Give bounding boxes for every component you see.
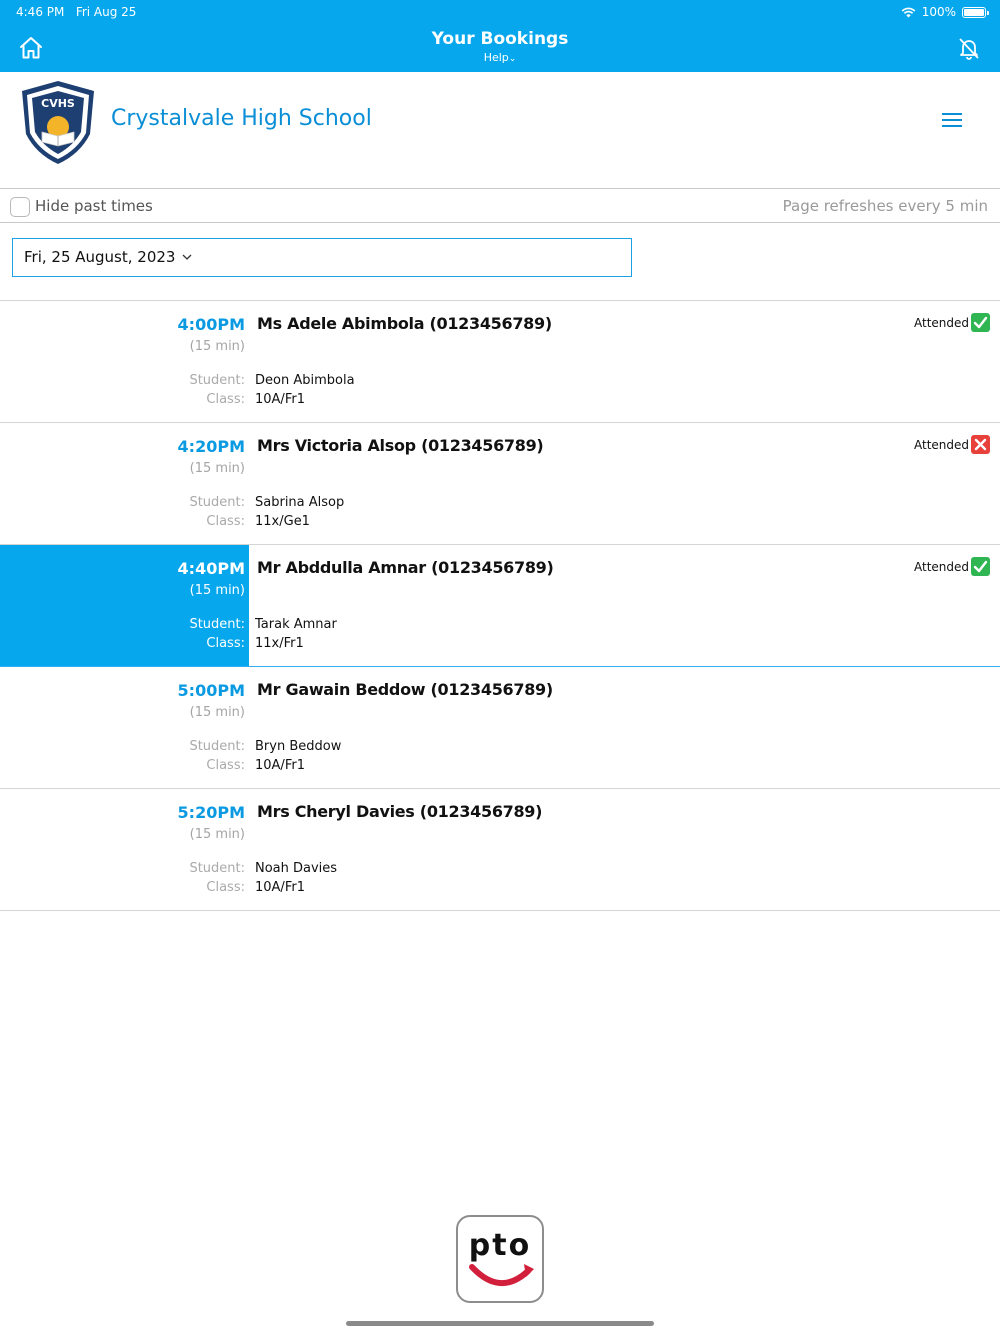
- attended-check-icon[interactable]: [971, 557, 990, 576]
- booking-row[interactable]: 4:40PM (15 min) Mr Abddulla Amnar (0123456…: [0, 545, 1000, 667]
- status-bar-time: 4:46 PM Fri Aug 25: [16, 5, 136, 19]
- help-label: Help: [483, 51, 509, 64]
- pto-logo: pto: [456, 1215, 544, 1303]
- battery-icon: [962, 6, 989, 18]
- student-label: Student:: [189, 739, 245, 754]
- booking-time: 4:00PM: [177, 315, 245, 334]
- booking-teacher: Mrs Victoria Alsop (0123456789): [257, 436, 544, 455]
- class-name: 11x/Ge1: [255, 514, 310, 529]
- class-label: Class:: [206, 514, 245, 529]
- booking-duration: (15 min): [189, 827, 245, 842]
- booking-time: 5:20PM: [177, 803, 245, 822]
- class-name: 11x/Fr1: [255, 636, 304, 651]
- booking-time: 4:40PM: [177, 559, 245, 578]
- student-name: Noah Davies: [255, 861, 338, 876]
- attended-label: Attended: [913, 560, 969, 574]
- home-indicator[interactable]: [346, 1321, 654, 1326]
- status-bar-right: 100%: [901, 5, 989, 19]
- help-link[interactable]: Help⌄: [0, 51, 1000, 64]
- booking-teacher: Ms Adele Abimbola (0123456789): [257, 314, 552, 333]
- class-label: Class:: [206, 880, 245, 895]
- student-name: Deon Abimbola: [255, 373, 355, 388]
- attended-label: Attended: [913, 438, 969, 452]
- class-label: Class:: [206, 636, 245, 651]
- class-name: 10A/Fr1: [255, 880, 305, 895]
- help-chevron-icon: ⌄: [508, 54, 517, 64]
- chevron-down-icon: [182, 254, 192, 260]
- hide-past-times-checkbox[interactable]: [10, 197, 30, 217]
- class-name: 10A/Fr1: [255, 758, 305, 773]
- booking-time: 4:20PM: [177, 437, 245, 456]
- bookings-list: 4:00PM (15 min) Ms Adele Abimbola (0123456…: [0, 300, 1000, 911]
- pto-logo-mark: pto: [469, 1228, 534, 1287]
- booking-duration: (15 min): [189, 705, 245, 720]
- class-name: 10A/Fr1: [255, 392, 305, 407]
- wifi-icon: [901, 7, 916, 17]
- booking-row[interactable]: 5:00PM (15 min) Mr Gawain Beddow (01234567…: [0, 667, 1000, 789]
- booking-row[interactable]: 4:20PM (15 min) Mrs Victoria Alsop (012345…: [0, 423, 1000, 545]
- battery-percent: 100%: [921, 5, 956, 19]
- booking-teacher: Mrs Cheryl Davies (0123456789): [257, 802, 543, 821]
- options-bar: Hide past times Page refreshes every 5 m…: [0, 190, 1000, 223]
- booking-teacher: Mr Abddulla Amnar (0123456789): [257, 558, 554, 577]
- bell-off-icon[interactable]: [957, 36, 981, 60]
- status-date: Fri Aug 25: [75, 5, 137, 19]
- student-label: Student:: [189, 495, 245, 510]
- attended-label: Attended: [913, 316, 969, 330]
- student-name: Sabrina Alsop: [255, 495, 345, 510]
- page-title: Your Bookings: [431, 29, 569, 49]
- hamburger-menu-icon[interactable]: [942, 113, 962, 129]
- refresh-note: Page refreshes every 5 min: [782, 197, 988, 215]
- date-select-value: Fri, 25 August, 2023: [24, 248, 176, 266]
- booking-row[interactable]: 5:20PM (15 min) Mrs Cheryl Davies (0123456…: [0, 789, 1000, 911]
- booking-duration: (15 min): [189, 339, 245, 354]
- school-header: CVHS Crystalvale High School: [0, 72, 1000, 189]
- class-label: Class:: [206, 392, 245, 407]
- crest-text: CVHS: [41, 97, 75, 110]
- school-name: Crystalvale High School: [111, 106, 372, 131]
- pto-logo-text: pto: [469, 1228, 531, 1263]
- status-time: 4:46 PM: [16, 5, 65, 19]
- booking-duration: (15 min): [189, 583, 245, 598]
- student-name: Tarak Amnar: [255, 617, 337, 632]
- booking-duration: (15 min): [189, 461, 245, 476]
- student-name: Bryn Beddow: [255, 739, 342, 754]
- attended-check-icon[interactable]: [971, 313, 990, 332]
- school-crest-logo: CVHS: [22, 81, 94, 164]
- top-bar: 4:46 PM Fri Aug 25 100% Your Bookings He…: [0, 0, 1000, 72]
- student-label: Student:: [189, 861, 245, 876]
- hide-past-times-label[interactable]: Hide past times: [35, 197, 153, 215]
- class-label: Class:: [206, 758, 245, 773]
- booking-teacher: Mr Gawain Beddow (0123456789): [257, 680, 553, 699]
- attended-cross-icon[interactable]: [971, 435, 990, 454]
- booking-row[interactable]: 4:00PM (15 min) Ms Adele Abimbola (0123456…: [0, 301, 1000, 423]
- booking-time: 5:00PM: [177, 681, 245, 700]
- date-select[interactable]: Fri, 25 August, 2023: [12, 238, 632, 277]
- student-label: Student:: [189, 617, 245, 632]
- student-label: Student:: [189, 373, 245, 388]
